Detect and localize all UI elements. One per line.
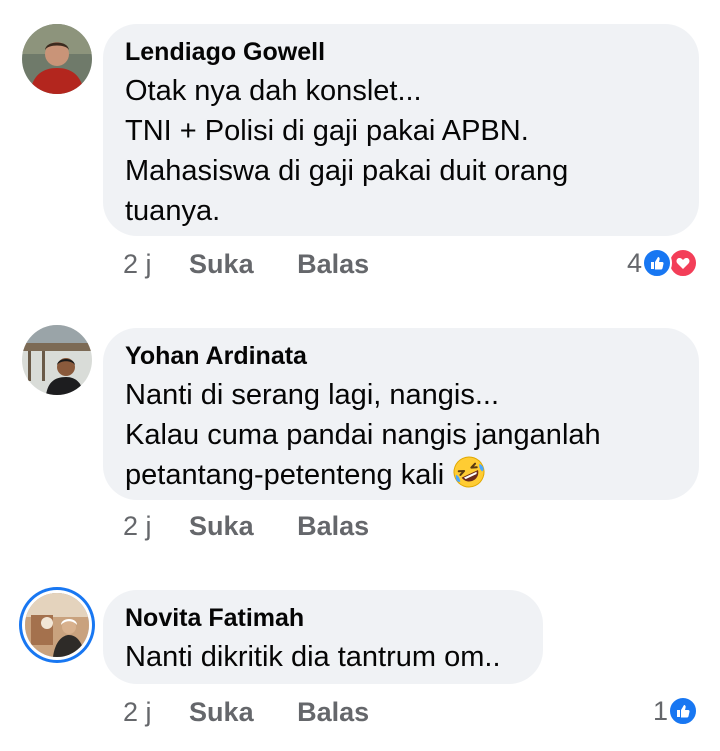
comment-text-line: Otak nya dah konslet... (125, 75, 422, 107)
comment-text-line: petantang-petenteng kali (125, 455, 677, 495)
comment-text-line: Mahasiswa di gaji pakai duit orang (125, 155, 569, 187)
author-name[interactable]: Lendiago Gowell (125, 37, 677, 67)
love-icon (668, 248, 698, 278)
author-name[interactable]: Yohan Ardinata (125, 341, 677, 371)
comment-text-line: tuanya. (125, 195, 221, 227)
comment-bubble: Lendiago Gowell Otak nya dah konslet... … (103, 24, 699, 236)
reaction-summary[interactable]: 4 (627, 248, 698, 278)
author-name[interactable]: Novita Fatimah (125, 603, 521, 633)
comment-actions: 2 j Suka Balas (123, 697, 369, 727)
comment-text-line: Kalau cuma pandai nangis janganlah (125, 419, 601, 451)
like-button[interactable]: Suka (189, 697, 254, 727)
reply-button[interactable]: Balas (297, 511, 369, 541)
timestamp[interactable]: 2 j (123, 249, 152, 279)
like-button[interactable]: Suka (189, 249, 254, 279)
avatar[interactable] (22, 325, 92, 395)
timestamp[interactable]: 2 j (123, 511, 152, 541)
reply-button[interactable]: Balas (297, 249, 369, 279)
like-icon (668, 696, 698, 726)
avatar[interactable] (25, 593, 89, 657)
comment-text-fragment: petantang-petenteng kali (125, 459, 445, 491)
comment-text-line: Nanti dikritik dia tantrum om.. (125, 641, 501, 673)
timestamp[interactable]: 2 j (123, 697, 152, 727)
comment-text-line: TNI + Polisi di gaji pakai APBN. (125, 115, 529, 147)
comment-text-line: Nanti di serang lagi, nangis... (125, 379, 499, 411)
comment-bubble: Yohan Ardinata Nanti di serang lagi, nan… (103, 328, 699, 500)
reaction-count: 4 (626, 247, 642, 278)
comment-actions: 2 j Suka Balas (123, 249, 369, 279)
like-icon (642, 248, 672, 278)
reaction-count: 1 (652, 695, 668, 726)
comment-bubble: Novita Fatimah Nanti dikritik dia tantru… (103, 590, 543, 684)
avatar[interactable] (22, 24, 92, 94)
like-button[interactable]: Suka (189, 511, 254, 541)
reply-button[interactable]: Balas (297, 697, 369, 727)
reaction-summary[interactable]: 1 (653, 696, 698, 726)
comment-actions: 2 j Suka Balas (123, 511, 369, 541)
rolling-on-floor-laughing-emoji (452, 455, 486, 489)
